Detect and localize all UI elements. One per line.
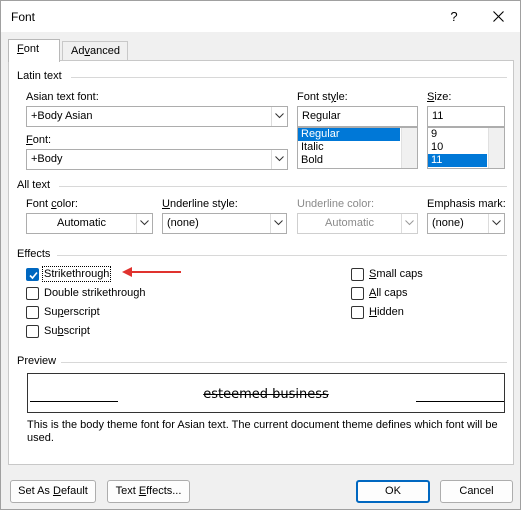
superscript-checkbox[interactable]: Superscript: [26, 304, 100, 320]
hidden-label: Hidden: [369, 306, 404, 318]
all-text-divider: [59, 186, 507, 187]
all-caps-checkbox[interactable]: All caps: [351, 285, 408, 301]
ok-button[interactable]: OK: [356, 480, 430, 503]
chevron-down-icon: [140, 220, 149, 226]
latin-text-divider: [71, 77, 507, 78]
font-dialog: Font ? Font Advanced Latin text Asian te…: [0, 0, 521, 510]
underline-color-combo[interactable]: Automatic: [297, 213, 418, 234]
latin-text-heading: Latin text: [17, 70, 62, 82]
font-style-list[interactable]: Regular Italic Bold: [297, 127, 418, 169]
title-bar: Font ?: [1, 1, 520, 32]
underline-style-combo[interactable]: (none): [162, 213, 287, 234]
size-list-scrollbar[interactable]: [488, 128, 504, 168]
subscript-label: Subscript: [44, 325, 90, 337]
underline-style-label: Underline style:: [162, 198, 238, 210]
font-style-input[interactable]: Regular: [297, 106, 418, 127]
list-item[interactable]: Regular: [298, 128, 400, 141]
emphasis-mark-combo[interactable]: (none): [427, 213, 505, 234]
list-item[interactable]: 11: [428, 154, 487, 167]
underline-color-label: Underline color:: [297, 198, 375, 210]
font-color-combo[interactable]: Automatic: [26, 213, 153, 234]
chevron-down-icon: [274, 220, 283, 226]
hidden-checkbox[interactable]: Hidden: [351, 304, 404, 320]
cancel-button[interactable]: Cancel: [440, 480, 513, 503]
emphasis-mark-label: Emphasis mark:: [427, 198, 506, 210]
double-strikethrough-checkbox[interactable]: Double strikethrough: [26, 285, 146, 301]
strikethrough-label: Strikethrough: [41, 266, 112, 282]
list-item[interactable]: Bold: [298, 154, 417, 167]
asian-font-label: Asian text font:: [26, 91, 99, 103]
help-button[interactable]: ?: [432, 1, 476, 32]
checkmark-icon: [29, 271, 38, 279]
checkbox-checked[interactable]: [26, 267, 39, 281]
preview-description: This is the body theme font for Asian te…: [27, 419, 498, 444]
font-label: Font:: [26, 134, 52, 146]
chevron-down-icon: [492, 220, 501, 226]
close-icon: [492, 11, 504, 22]
effects-divider: [57, 255, 507, 256]
font-style-label: Font style:: [297, 91, 348, 103]
all-text-heading: All text: [17, 179, 51, 191]
superscript-label: Superscript: [44, 306, 100, 318]
set-as-default-button[interactable]: Set As Default: [10, 480, 96, 503]
tab-advanced[interactable]: Advanced: [62, 41, 128, 61]
chevron-down-icon: [275, 113, 284, 119]
annotation-arrow-icon: [122, 267, 181, 277]
preview-sample-text: esteemed business: [203, 387, 329, 402]
effects-heading: Effects: [17, 248, 51, 260]
chevron-down-icon: [275, 156, 284, 162]
list-item[interactable]: Italic: [298, 141, 417, 154]
dialog-title: Font: [11, 10, 36, 24]
chevron-down-icon: [405, 220, 414, 226]
size-input[interactable]: 11: [427, 106, 505, 127]
preview-baseline-right: [416, 401, 504, 402]
font-color-label: Font color:: [26, 198, 78, 210]
text-effects-button[interactable]: Text Effects...: [107, 480, 190, 503]
preview-heading: Preview: [17, 355, 57, 367]
preview-box: esteemed business: [27, 373, 505, 413]
font-combo[interactable]: +Body: [26, 149, 288, 170]
size-label: Size:: [427, 91, 452, 103]
subscript-checkbox[interactable]: Subscript: [26, 323, 90, 339]
asian-font-combo[interactable]: +Body Asian: [26, 106, 288, 127]
small-caps-checkbox[interactable]: Small caps: [351, 266, 423, 282]
close-button[interactable]: [476, 1, 520, 32]
preview-divider: [61, 362, 507, 363]
strikethrough-checkbox[interactable]: Strikethrough: [26, 266, 112, 282]
small-caps-label: Small caps: [369, 268, 423, 280]
all-caps-label: All caps: [369, 287, 408, 299]
double-strikethrough-label: Double strikethrough: [44, 287, 146, 299]
tab-font[interactable]: Font: [8, 39, 60, 62]
size-list[interactable]: 9 10 11: [427, 127, 505, 169]
style-list-scrollbar[interactable]: [401, 128, 417, 168]
